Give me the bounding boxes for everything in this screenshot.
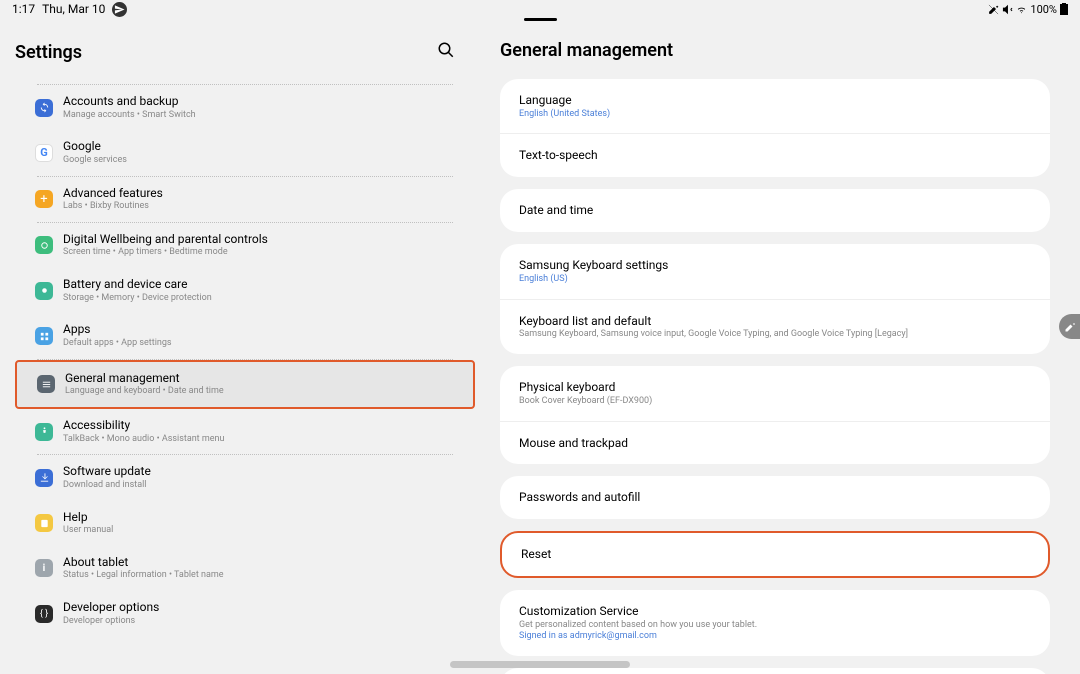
page-title: Settings — [15, 42, 82, 63]
mute-icon — [1002, 4, 1013, 15]
status-time: 1:17 — [12, 2, 35, 16]
accessibility-icon — [35, 423, 53, 441]
settings-list-pane: Settings Accounts and backupManage accou… — [0, 18, 490, 674]
sidebar-item-help[interactable]: HelpUser manual — [15, 501, 475, 546]
card-language-tts: Language English (United States) Text-to… — [500, 79, 1050, 177]
detail-pane: General management Language English (Uni… — [490, 18, 1080, 674]
info-icon: i — [35, 559, 53, 577]
search-icon[interactable] — [437, 40, 455, 64]
pencil-icon — [1064, 321, 1076, 333]
pen-off-icon — [988, 4, 999, 15]
front-camera-pill — [524, 18, 557, 21]
status-date: Thu, Mar 10 — [42, 2, 105, 16]
row-keyboard-list-default[interactable]: Keyboard list and default Samsung Keyboa… — [500, 299, 1050, 354]
sidebar-item-advanced-features[interactable]: + Advanced featuresLabs • Bixby Routines — [15, 177, 475, 222]
download-icon — [35, 469, 53, 487]
sidebar-item-apps[interactable]: AppsDefault apps • App settings — [15, 313, 475, 358]
sidebar-item-digital-wellbeing[interactable]: Digital Wellbeing and parental controlsS… — [15, 223, 475, 268]
row-mouse-trackpad[interactable]: Mouse and trackpad — [500, 421, 1050, 465]
sidebar-item-developer-options[interactable]: { } Developer optionsDeveloper options — [15, 591, 475, 636]
device-care-icon — [35, 282, 53, 300]
sidebar-item-software-update[interactable]: Software updateDownload and install — [15, 455, 475, 500]
sync-icon — [35, 99, 53, 117]
row-reset[interactable]: Reset — [502, 533, 1048, 576]
row-date-and-time[interactable]: Date and time — [500, 189, 1050, 232]
scroll-indicator[interactable] — [450, 661, 630, 668]
card-passwords: Passwords and autofill — [500, 476, 1050, 519]
row-physical-keyboard[interactable]: Physical keyboard Book Cover Keyboard (E… — [500, 366, 1050, 420]
card-keyboard: Samsung Keyboard settings English (US) K… — [500, 244, 1050, 354]
sidebar-item-general-management[interactable]: General managementLanguage and keyboard … — [15, 360, 475, 409]
row-language[interactable]: Language English (United States) — [500, 79, 1050, 133]
row-text-to-speech[interactable]: Text-to-speech — [500, 133, 1050, 177]
card-customization: Customization Service Get personalized c… — [500, 590, 1050, 656]
card-physical-mouse: Physical keyboard Book Cover Keyboard (E… — [500, 366, 1050, 464]
telegram-icon — [112, 2, 127, 17]
row-passwords-autofill[interactable]: Passwords and autofill — [500, 476, 1050, 519]
detail-title: General management — [500, 28, 1050, 79]
card-contact: Contact us — [500, 668, 1050, 674]
row-samsung-keyboard[interactable]: Samsung Keyboard settings English (US) — [500, 244, 1050, 298]
row-customization-service[interactable]: Customization Service Get personalized c… — [500, 590, 1050, 656]
google-icon: G — [35, 144, 53, 162]
sidebar-item-about-tablet[interactable]: i About tabletStatus • Legal information… — [15, 546, 475, 591]
status-right: 100% — [988, 3, 1068, 16]
edge-panel-handle[interactable] — [1059, 314, 1080, 339]
battery-pct: 100% — [1030, 3, 1057, 16]
status-left: 1:17 Thu, Mar 10 — [12, 2, 127, 17]
row-contact-us[interactable]: Contact us — [500, 668, 1050, 674]
status-bar: 1:17 Thu, Mar 10 100% — [0, 0, 1080, 18]
card-date-time: Date and time — [500, 189, 1050, 232]
apps-icon — [35, 327, 53, 345]
developer-icon: { } — [35, 605, 53, 623]
sidebar-item-battery-device-care[interactable]: Battery and device careStorage • Memory … — [15, 268, 475, 313]
plus-icon: + — [35, 190, 53, 208]
help-icon — [35, 514, 53, 532]
sidebar-item-google[interactable]: G GoogleGoogle services — [15, 130, 475, 175]
sidebar-item-accessibility[interactable]: AccessibilityTalkBack • Mono audio • Ass… — [15, 409, 475, 454]
battery-icon — [1060, 3, 1068, 15]
sidebar-item-accounts-backup[interactable]: Accounts and backupManage accounts • Sma… — [15, 85, 475, 130]
card-reset: Reset — [500, 531, 1050, 578]
wifi-icon — [1016, 4, 1027, 15]
general-icon — [37, 375, 55, 393]
wellbeing-icon — [35, 236, 53, 254]
